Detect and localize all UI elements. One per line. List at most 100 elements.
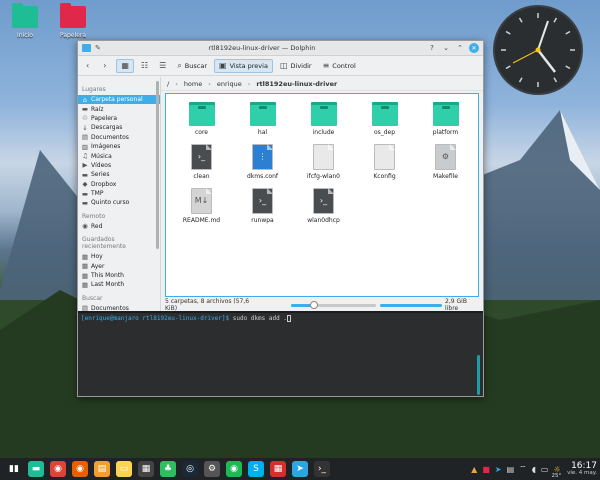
help-icon[interactable]: ? [427,43,437,53]
file-manager-icon[interactable]: ▬ [28,461,44,477]
update-icon[interactable]: ▲ [471,465,477,474]
file-item[interactable]: hal [232,100,293,144]
file-item[interactable]: ›_ wlan0dhcp [293,188,354,232]
file-item[interactable]: core [171,100,232,144]
markdown-file-icon: M↓ [191,188,212,214]
search-button[interactable]: ⌕ Buscar [173,59,211,73]
calendar-icon[interactable]: ▦ [270,461,286,477]
steam-icon[interactable]: ◎ [182,461,198,477]
sidebar-item-hoy[interactable]: ▦ Hoy [78,252,160,261]
file-item[interactable]: ifcfg-wlan0 [293,144,354,188]
split-button[interactable]: ◫ Dividir [276,59,316,73]
file-view[interactable]: core hal include os_dep platform ›_ clean ⋮ dkms… [165,93,479,297]
window-titlebar[interactable]: ✎ rtl8192eu-linux-driver — Dolphin ? ⌄ ⌃… [78,41,483,56]
evernote-icon[interactable]: ♣ [160,461,176,477]
preview-icon: ▣ [219,61,227,70]
sidebar-item-series[interactable]: ▬ Series [78,170,160,179]
calculator-icon[interactable]: ▦ [138,461,154,477]
file-item[interactable]: Kconfig [354,144,415,188]
files-icon[interactable]: ▤ [94,461,110,477]
breadcrumb-user[interactable]: enrique [217,80,242,88]
sidebar-item-last-month[interactable]: ▦ Last Month [78,280,160,289]
sidebar-item-label: Last Month [91,281,125,289]
sidebar-item-papelera[interactable]: ♲ Papelera [78,114,160,123]
terminal-icon[interactable]: ›_ [314,461,330,477]
minimize-icon[interactable]: ⌄ [441,43,451,53]
folder-red-icon: ▬ [81,105,89,114]
battery-icon[interactable]: ▭ [541,465,549,474]
sidebar-item-quinto-curso[interactable]: ▬ Quinto curso [78,198,160,207]
close-icon[interactable]: ✕ [469,43,479,53]
folder-icon [310,102,337,126]
terminal-panel[interactable]: [enrique@manjaro rtl8192eu-linux-driver]… [78,311,483,396]
sidebar-item-label: Imágenes [91,143,121,151]
chrome-icon[interactable]: ◉ [50,461,66,477]
sidebar-item-carpeta-personal[interactable]: ⌂ Carpeta personal [78,95,160,105]
notes-icon[interactable]: ▭ [116,461,132,477]
makefile-icon: ⚙ [435,144,456,170]
sidebar-item-tmp[interactable]: ▬ TMP [78,189,160,198]
control-button[interactable]: ≡ Control [319,59,360,73]
sidebar-item-documentos[interactable]: ▤ Documentos [78,304,160,311]
terminal-command: sudo dkms add . [232,315,287,322]
compact-view-button[interactable]: ☷ [137,59,152,73]
weather-icon[interactable]: ☼ 25° [551,465,561,479]
app-launcher-icon[interactable]: ▮▮ [6,461,22,477]
icons-view-button[interactable]: ▦ [116,58,134,73]
wifi-icon[interactable]: ⌔ [519,464,527,474]
file-item[interactable]: M↓ README.md [171,188,232,232]
file-item[interactable]: ›_ clean [171,144,232,188]
breadcrumb-root[interactable]: / [167,80,169,88]
desktop-icon-home[interactable]: Inicio [3,3,47,39]
sidebar-item-dropbox[interactable]: ◆ Dropbox [78,180,160,189]
zoom-slider-handle[interactable] [309,300,318,309]
file-item[interactable]: platform [415,100,476,144]
network-icon: ◉ [82,222,88,231]
breadcrumb-home[interactable]: home [184,80,202,88]
volume-icon[interactable]: ◖ [532,465,536,474]
terminal-scrollbar[interactable] [477,355,480,395]
spotify-icon[interactable]: ◉ [226,461,242,477]
sidebar-item-label: Música [91,152,112,160]
settings-icon[interactable]: ⚙ [204,461,220,477]
file-grid: core hal include os_dep platform ›_ clean ⋮ dkms… [166,94,478,232]
sidebar-item-ra-z[interactable]: ▬ Raíz [78,104,160,113]
back-button[interactable]: ‹ [82,59,96,73]
sidebar-item-ayer[interactable]: ▦ Ayer [78,261,160,270]
file-item[interactable]: ⚙ Makefile [415,144,476,188]
preview-button[interactable]: ▣ Vista previa [214,58,273,73]
file-item[interactable]: ›_ runwpa [232,188,293,232]
folder-icon: ▬ [81,198,89,207]
telegram-icon[interactable]: ➤ [292,461,308,477]
sidebar-item-m-sica[interactable]: ♫ Música [78,151,160,160]
sidebar-item-v-deos[interactable]: ▶ Vídeos [78,161,160,170]
file-item[interactable]: os_dep [354,100,415,144]
sidebar-scrollbar[interactable] [156,81,159,249]
breadcrumb-current[interactable]: rtl8192eu-linux-driver [256,80,337,88]
sidebar-item-label: Carpeta personal [91,96,143,104]
sidebar-item-this-month[interactable]: ▦ This Month [78,271,160,280]
sidebar-item-label: TMP [91,190,104,198]
maximize-icon[interactable]: ⌃ [455,43,465,53]
skype-icon[interactable]: S [248,461,264,477]
file-item[interactable]: include [293,100,354,144]
clipboard-icon[interactable]: ▤ [507,465,515,474]
zoom-slider[interactable] [291,300,376,309]
sidebar-item-descargas[interactable]: ↓ Descargas [78,123,160,132]
search-label: Buscar [184,61,207,70]
sidebar-item-red[interactable]: ◉ Red [78,222,160,231]
firefox-icon[interactable]: ◉ [72,461,88,477]
desktop-icon-trash[interactable]: Papelera [51,3,95,39]
file-name: hal [257,129,268,136]
details-view-button[interactable]: ☰ [155,59,170,73]
file-item[interactable]: ⋮ dkms.conf [232,144,293,188]
notes-tray-icon[interactable]: ■ [482,465,490,474]
sidebar-section-title: Lugares [82,86,106,93]
sidebar-item-im-genes[interactable]: ▨ Imágenes [78,142,160,151]
forward-button[interactable]: › [99,59,113,73]
telegram-tray-icon[interactable]: ➤ [495,465,502,474]
terminal-cursor [286,315,291,322]
sidebar-item-documentos[interactable]: ▤ Documentos [78,133,160,142]
script-file-icon: ›_ [252,188,273,214]
digital-clock[interactable]: 16:17 vie. 4 may. [567,461,597,477]
